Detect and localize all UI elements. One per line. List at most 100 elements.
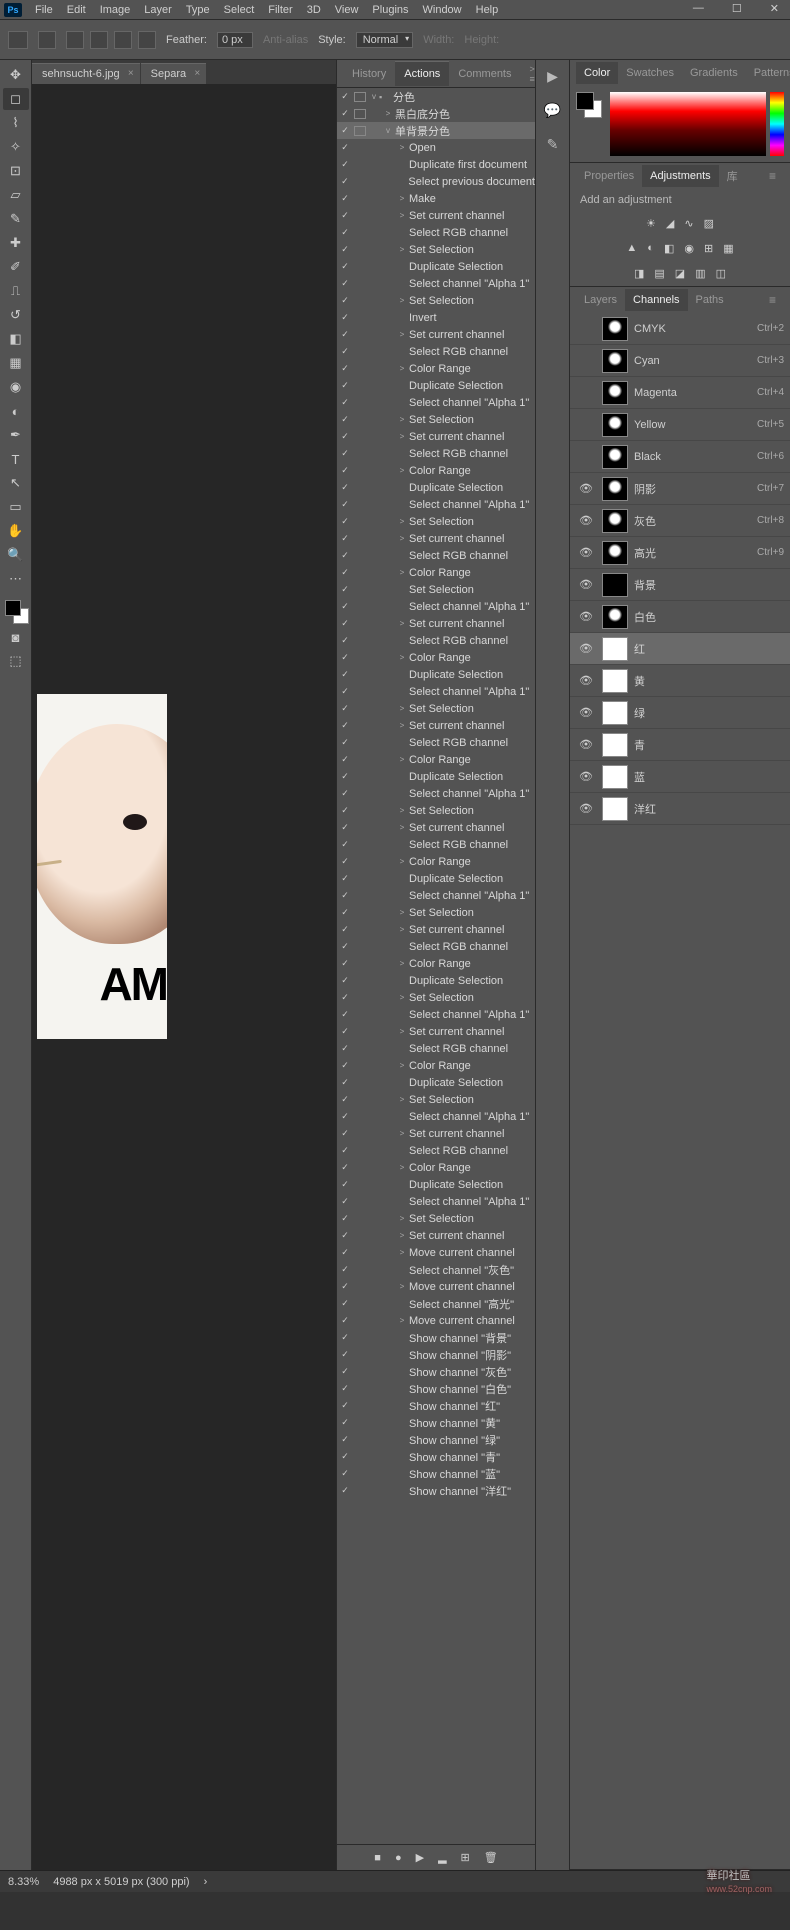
gradient-map-icon[interactable]: ▥ bbox=[695, 267, 705, 280]
channel-row[interactable]: BlackCtrl+6 bbox=[570, 441, 790, 473]
feather-input[interactable]: 0 px bbox=[217, 32, 253, 48]
menu-plugins[interactable]: Plugins bbox=[365, 4, 415, 16]
fg-color[interactable] bbox=[5, 600, 21, 616]
tab-patterns[interactable]: Patterns bbox=[746, 62, 790, 84]
action-step[interactable]: ✓Show channel "红" bbox=[337, 1397, 535, 1414]
brush-tool[interactable]: ✐ bbox=[3, 256, 29, 278]
action-step[interactable]: ✓Select channel "Alpha 1" bbox=[337, 785, 535, 802]
tab-channels[interactable]: Channels bbox=[625, 289, 687, 311]
action-step[interactable]: ✓Select RGB channel bbox=[337, 734, 535, 751]
action-step[interactable]: ✓Show channel "阴影" bbox=[337, 1346, 535, 1363]
hue-icon[interactable]: ◐ bbox=[647, 242, 654, 255]
document-tab[interactable]: Separa× bbox=[141, 63, 206, 84]
home-icon[interactable] bbox=[8, 31, 28, 49]
channel-row[interactable]: MagentaCtrl+4 bbox=[570, 377, 790, 409]
marquee-icon[interactable] bbox=[38, 31, 56, 49]
eyedropper-tool[interactable]: ✎ bbox=[3, 208, 29, 230]
channel-row[interactable]: 👁黄 bbox=[570, 665, 790, 697]
action-step[interactable]: ✓>Set current channel bbox=[337, 1023, 535, 1040]
channel-row[interactable]: YellowCtrl+5 bbox=[570, 409, 790, 441]
action-step[interactable]: ✓>Move current channel bbox=[337, 1312, 535, 1329]
channel-row[interactable]: 👁青 bbox=[570, 729, 790, 761]
intersect-selection-icon[interactable] bbox=[138, 31, 156, 49]
pen-tool[interactable]: ✒ bbox=[3, 424, 29, 446]
menu-edit[interactable]: Edit bbox=[60, 4, 93, 16]
tab-swatches[interactable]: Swatches bbox=[618, 62, 682, 84]
quickmask-icon[interactable]: ◙ bbox=[3, 626, 29, 648]
action-step[interactable]: ✓Show channel "黄" bbox=[337, 1414, 535, 1431]
action-step[interactable]: ✓Duplicate Selection bbox=[337, 870, 535, 887]
tab-paths[interactable]: Paths bbox=[688, 289, 732, 311]
status-arrow-icon[interactable]: › bbox=[204, 1876, 208, 1888]
threshold-icon[interactable]: ◪ bbox=[675, 267, 685, 280]
document-image[interactable]: AM bbox=[37, 694, 167, 1039]
action-step[interactable]: ✓Select RGB channel bbox=[337, 632, 535, 649]
stop-icon[interactable]: ■ bbox=[374, 1852, 381, 1864]
visibility-icon[interactable]: 👁 bbox=[576, 706, 596, 719]
window-controls[interactable]: — ☐ ✕ bbox=[686, 2, 786, 15]
eraser-tool[interactable]: ◧ bbox=[3, 328, 29, 350]
menu-file[interactable]: File bbox=[28, 4, 60, 16]
action-step[interactable]: ✓>Color Range bbox=[337, 751, 535, 768]
action-step[interactable]: ✓Show channel "背景" bbox=[337, 1329, 535, 1346]
tab-libraries[interactable]: 库 bbox=[719, 163, 746, 189]
tab-color[interactable]: Color bbox=[576, 62, 618, 84]
action-step[interactable]: ✓Duplicate Selection bbox=[337, 377, 535, 394]
action-step[interactable]: ✓>Color Range bbox=[337, 1057, 535, 1074]
menu-3d[interactable]: 3D bbox=[300, 4, 328, 16]
action-step[interactable]: ✓>Color Range bbox=[337, 462, 535, 479]
action-step[interactable]: ✓Select RGB channel bbox=[337, 445, 535, 462]
action-step[interactable]: ✓>Make bbox=[337, 190, 535, 207]
action-step[interactable]: ✓Select channel "Alpha 1" bbox=[337, 683, 535, 700]
bw-icon[interactable]: ◧ bbox=[664, 242, 674, 255]
action-step[interactable]: ✓Duplicate Selection bbox=[337, 258, 535, 275]
tab-actions[interactable]: Actions bbox=[395, 61, 449, 86]
action-step[interactable]: ✓Select RGB channel bbox=[337, 836, 535, 853]
blur-tool[interactable]: ◉ bbox=[3, 376, 29, 398]
wand-tool[interactable]: ✧ bbox=[3, 136, 29, 158]
selective-icon[interactable]: ◫ bbox=[716, 267, 726, 280]
posterize-icon[interactable]: ▤ bbox=[654, 267, 664, 280]
maximize-icon[interactable]: ☐ bbox=[725, 2, 749, 15]
menu-view[interactable]: View bbox=[328, 4, 366, 16]
action-step[interactable]: ✓Select channel "Alpha 1" bbox=[337, 496, 535, 513]
action-step[interactable]: ✓Duplicate Selection bbox=[337, 972, 535, 989]
vibrance-icon[interactable]: ▲ bbox=[626, 242, 637, 255]
dodge-tool[interactable]: ◐ bbox=[3, 400, 29, 422]
channels-list[interactable]: CMYKCtrl+2CyanCtrl+3MagentaCtrl+4YellowC… bbox=[570, 313, 790, 1869]
action-step[interactable]: ✓Select channel "Alpha 1" bbox=[337, 1193, 535, 1210]
action-step[interactable]: ✓>Set current channel bbox=[337, 819, 535, 836]
action-step[interactable]: ✓Select channel "Alpha 1" bbox=[337, 275, 535, 292]
curves-icon[interactable]: ∿ bbox=[684, 217, 693, 230]
menu-type[interactable]: Type bbox=[179, 4, 217, 16]
tab-adjustments[interactable]: Adjustments bbox=[642, 165, 719, 187]
visibility-icon[interactable]: 👁 bbox=[576, 514, 596, 527]
action-step[interactable]: ✓Duplicate first document bbox=[337, 156, 535, 173]
lasso-tool[interactable]: ⌇ bbox=[3, 112, 29, 134]
visibility-icon[interactable]: 👁 bbox=[576, 770, 596, 783]
channel-row[interactable]: 👁蓝 bbox=[570, 761, 790, 793]
action-step[interactable]: ✓>Set Selection bbox=[337, 802, 535, 819]
gradient-tool[interactable]: ▦ bbox=[3, 352, 29, 374]
levels-icon[interactable]: ◢ bbox=[666, 217, 674, 230]
action-step[interactable]: ✓>Move current channel bbox=[337, 1278, 535, 1295]
hand-tool[interactable]: ✋ bbox=[3, 520, 29, 542]
action-step[interactable]: ✓>Color Range bbox=[337, 360, 535, 377]
action-step[interactable]: ✓Show channel "青" bbox=[337, 1448, 535, 1465]
action-step[interactable]: ✓>Set current channel bbox=[337, 717, 535, 734]
new-selection-icon[interactable] bbox=[66, 31, 84, 49]
style-select[interactable]: Normal bbox=[356, 32, 413, 48]
action-step[interactable]: ✓Select RGB channel bbox=[337, 1142, 535, 1159]
panel-menu-icon[interactable]: ≡ bbox=[761, 164, 784, 188]
more-tools[interactable]: ⋯ bbox=[3, 568, 29, 590]
action-step[interactable]: ✓>Set current channel bbox=[337, 615, 535, 632]
visibility-icon[interactable]: 👁 bbox=[576, 546, 596, 559]
frame-tool[interactable]: ▱ bbox=[3, 184, 29, 206]
action-step[interactable]: ✓>Open bbox=[337, 139, 535, 156]
action-step[interactable]: ✓Select RGB channel bbox=[337, 1040, 535, 1057]
action-step[interactable]: ✓Select channel "灰色" bbox=[337, 1261, 535, 1278]
record-icon[interactable]: ● bbox=[395, 1852, 402, 1864]
panel-menu-icon[interactable]: ≡ bbox=[761, 288, 784, 312]
action-step[interactable]: ✓Select channel "Alpha 1" bbox=[337, 1006, 535, 1023]
marquee-tool[interactable]: ◻ bbox=[3, 88, 29, 110]
